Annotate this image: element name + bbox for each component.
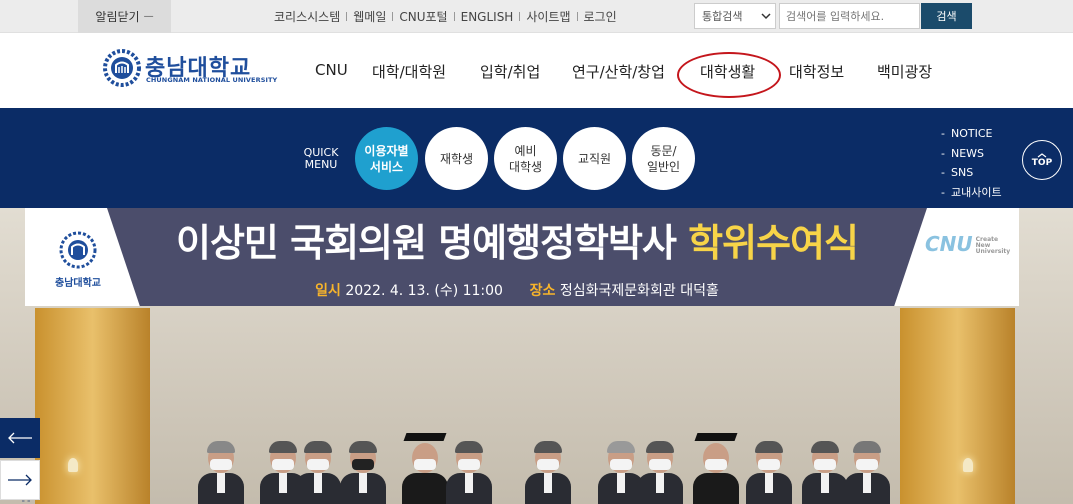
ceremony-attendees-photo: [150, 433, 930, 504]
alert-close-label: 알림닫기: [95, 10, 140, 24]
quick-label-line2: MENU: [304, 158, 338, 171]
side-link-news[interactable]: NEWS: [941, 144, 1002, 164]
cnu-mark: CNU Create New University: [925, 232, 1014, 256]
slide-prev-button[interactable]: [0, 418, 40, 458]
gnb-university-info[interactable]: 대학정보: [789, 61, 844, 82]
attendee: [746, 441, 792, 504]
gnb-admission[interactable]: 입학/취업: [480, 61, 540, 82]
place-value: 정심화국제문화회관 대덕홀: [559, 283, 719, 299]
banner-main-panel: 이상민 국회의원 명예행정학박사 학위수여식 일시 2022. 4. 13. (…: [107, 208, 927, 306]
alert-close-button[interactable]: 알림닫기 —: [78, 0, 171, 33]
attendee: [637, 441, 683, 504]
attendee: [198, 441, 244, 504]
quick-btn-text: 재학생: [439, 151, 474, 166]
cnu-tagline: Create New University: [975, 235, 1011, 255]
quick-btn-text: 이용자별: [364, 143, 409, 158]
attendee-graduate: [693, 433, 739, 504]
banner-details: 일시 2022. 4. 13. (수) 11:00 장소 정심화국제문화회관 대…: [107, 280, 927, 300]
attendee-graduate: [402, 433, 448, 504]
cnu-mark-text: CNU: [925, 232, 973, 256]
attendee: [844, 441, 890, 504]
quick-menu-label: QUICK MENU: [300, 147, 342, 171]
gnb-colleges[interactable]: 대학/대학원: [372, 61, 446, 82]
top-label: TOP: [1031, 157, 1053, 168]
arrow-right-icon: [8, 474, 32, 486]
arrow-left-icon: [8, 432, 32, 444]
quick-btn-text: 교직원: [577, 151, 612, 166]
link-webmail[interactable]: 웹메일: [347, 8, 392, 25]
header: 충남대학교 CHUNGNAM NATIONAL UNIVERSITY CNU 대…: [0, 33, 1073, 108]
side-link-notice[interactable]: NOTICE: [941, 124, 1002, 144]
attendee: [802, 441, 848, 504]
side-links: NOTICE NEWS SNS 교내사이트: [941, 124, 1002, 202]
link-cnu-portal[interactable]: CNU포털: [393, 8, 453, 25]
attendee: [340, 441, 386, 504]
attendee: [446, 441, 492, 504]
utility-bar: 알림닫기 — 코리스시스템 웹메일 CNU포털 ENGLISH 사이트맵 로그인…: [0, 0, 1073, 33]
chevron-down-icon: [761, 13, 771, 20]
minus-icon: —: [143, 11, 154, 22]
quick-btn-students[interactable]: 재학생: [425, 127, 488, 190]
quick-btn-alumni[interactable]: 동문/일반인: [632, 127, 695, 190]
quick-btn-text: 일반인: [646, 159, 681, 174]
quick-btn-staff[interactable]: 교직원: [563, 127, 626, 190]
utility-links: 코리스시스템 웹메일 CNU포털 ENGLISH 사이트맵 로그인: [268, 0, 623, 33]
gnb-baekmi-square[interactable]: 백미광장: [877, 61, 932, 82]
quick-btn-prospective[interactable]: 예비 대학생: [494, 127, 557, 190]
quick-menu-band: QUICK MENU 이용자별 서비스 재학생 예비 대학생 교직원 동문/일반인 …: [0, 108, 1073, 208]
highlight-annotation-circle: [677, 52, 781, 98]
quick-btn-text: 대학생: [508, 159, 543, 174]
link-sitemap[interactable]: 사이트맵: [520, 8, 576, 25]
search-input[interactable]: [779, 3, 920, 29]
gnb-cnu[interactable]: CNU: [315, 61, 348, 79]
wall-lamp-icon: [963, 458, 973, 472]
wall-lamp-icon: [68, 458, 78, 472]
place-key: 장소: [529, 283, 556, 299]
banner-title-main: 이상민 국회의원 명예행정학박사: [176, 221, 689, 265]
attendee: [295, 441, 341, 504]
side-link-campus-sites[interactable]: 교내사이트: [941, 183, 1002, 203]
search-scope-select[interactable]: 통합검색: [694, 3, 776, 29]
search-scope-value: 통합검색: [702, 10, 743, 23]
scroll-top-button[interactable]: TOP: [1022, 140, 1062, 180]
seal-caption: 충남대학교: [55, 278, 101, 289]
quick-btn-text: 예비: [514, 143, 537, 158]
ceremony-banner: 충남대학교 이상민 국회의원 명예행정학박사 학위수여식 일시 2022. 4.…: [25, 208, 1019, 306]
quick-btn-text: 서비스: [369, 159, 404, 174]
quick-btn-user-services[interactable]: 이용자별 서비스: [355, 127, 418, 190]
banner-title: 이상민 국회의원 명예행정학박사 학위수여식: [107, 212, 927, 267]
attendee: [525, 441, 571, 504]
search-button[interactable]: 검색: [921, 3, 972, 29]
link-kores[interactable]: 코리스시스템: [268, 8, 346, 25]
quick-btn-text: 동문/: [650, 143, 677, 158]
hero-slider: 충남대학교 이상민 국회의원 명예행정학박사 학위수여식 일시 2022. 4.…: [0, 208, 1073, 504]
date-key: 일시: [315, 283, 341, 299]
university-logo[interactable]: 충남대학교 CHUNGNAM NATIONAL UNIVERSITY: [103, 49, 288, 89]
gnb-research[interactable]: 연구/산학/창업: [572, 61, 665, 82]
date-value: 2022. 4. 13. (수) 11:00: [345, 283, 503, 299]
slide-next-button[interactable]: [0, 460, 40, 500]
logo-english-text: CHUNGNAM NATIONAL UNIVERSITY: [146, 76, 278, 84]
banner-title-highlight: 학위수여식: [688, 221, 859, 265]
decor-pillar: [35, 308, 150, 504]
link-english[interactable]: ENGLISH: [455, 10, 520, 24]
side-link-sns[interactable]: SNS: [941, 163, 1002, 183]
link-login[interactable]: 로그인: [578, 8, 623, 25]
university-emblem-icon: [103, 49, 141, 87]
